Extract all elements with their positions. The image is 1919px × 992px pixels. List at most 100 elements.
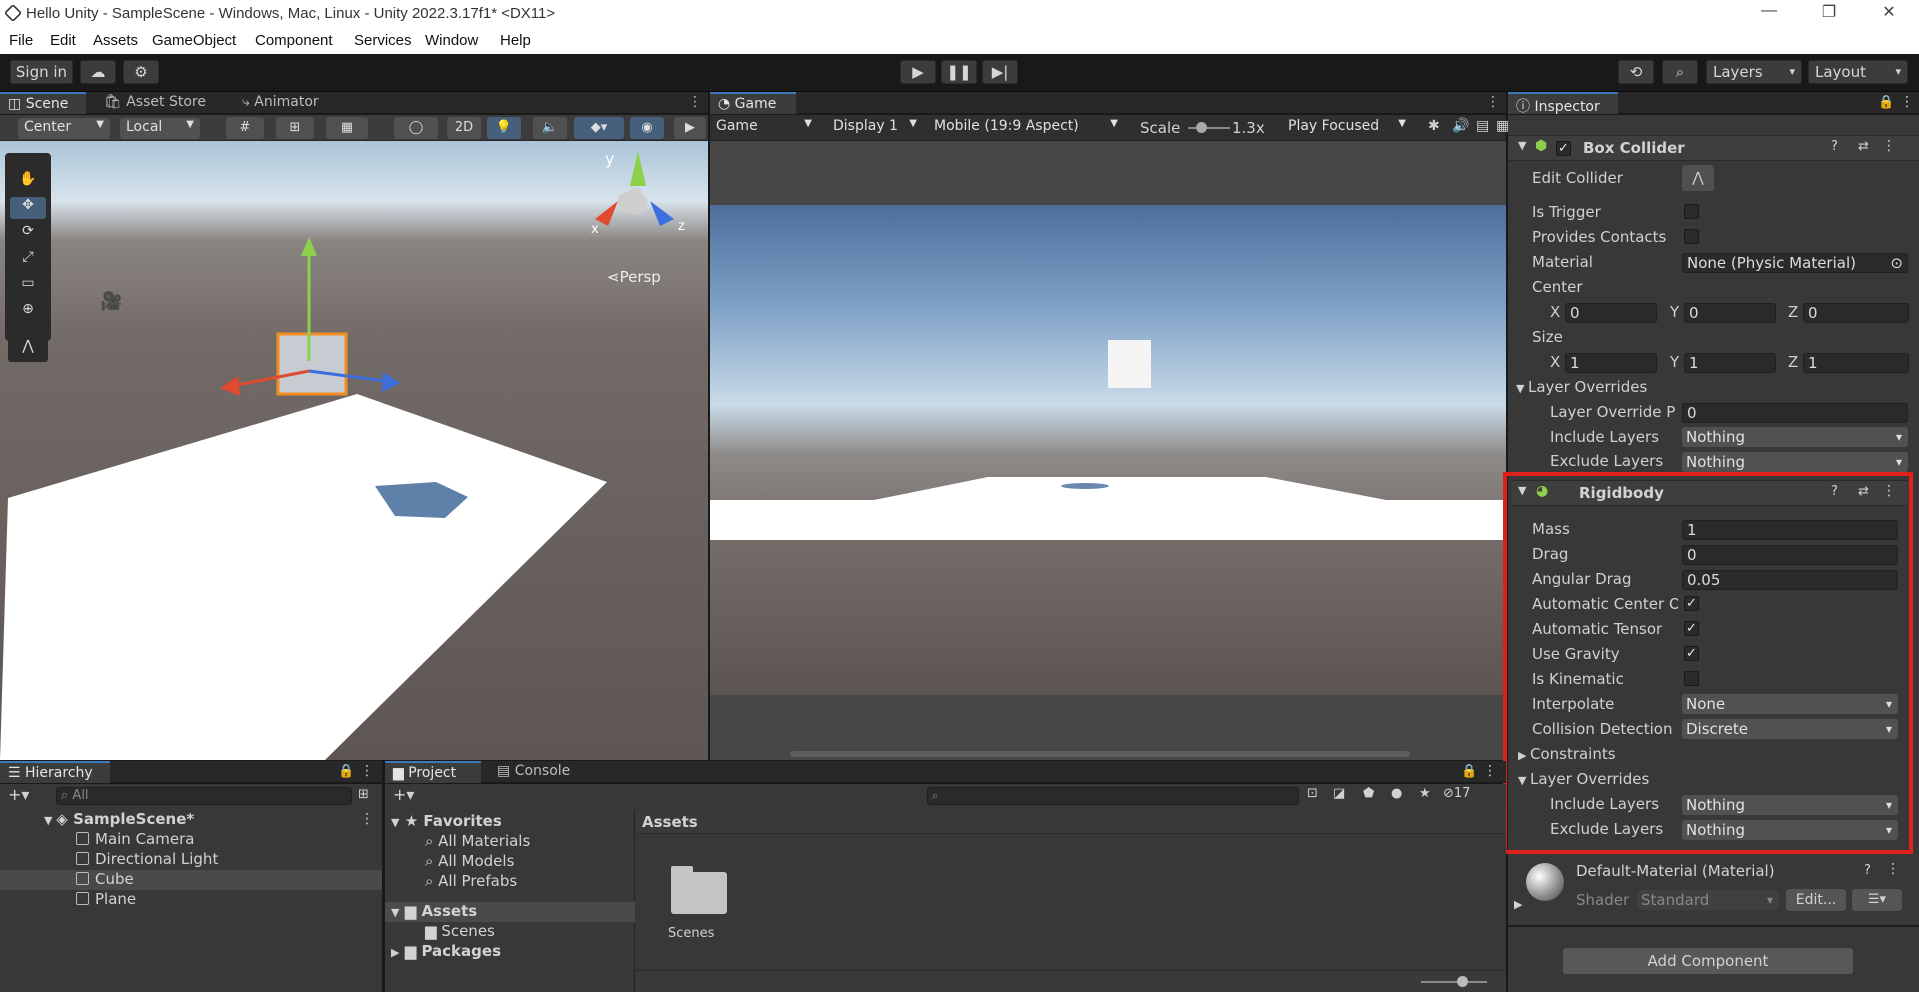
audio-toggle-icon[interactable]: 🔈 <box>533 117 567 139</box>
scene-viewport[interactable]: ✋ ✥ ⟳ ⤢ ▭ ⊕ ⋀ 🎥 y x z ⋖Persp <box>0 141 708 760</box>
mass-field[interactable]: 1 <box>1682 520 1898 540</box>
add-component-button[interactable]: Add Component <box>1563 948 1853 974</box>
favorite-all-materials[interactable]: ⌕ All Materials <box>425 832 530 850</box>
game-more-icon[interactable]: ⋮ <box>1478 92 1508 114</box>
rb-layer-overrides-foldout[interactable]: ▼ Layer Overrides <box>1518 770 1649 788</box>
cloud-icon[interactable]: ☁ <box>80 60 116 84</box>
center-z-field[interactable]: 0 <box>1803 303 1909 323</box>
breadcrumb[interactable]: Assets <box>642 813 698 831</box>
icon-size-thumb[interactable] <box>1457 976 1468 987</box>
assets-folder-item[interactable]: ▼ ▆ Assets <box>391 902 477 920</box>
material-field[interactable]: None (Physic Material) ⊙ <box>1682 253 1908 273</box>
play-mode-dropdown[interactable]: Play Focused ▼ <box>1282 117 1412 138</box>
hierarchy-search-input[interactable]: ⌕ All <box>56 787 352 805</box>
project-create-icon[interactable]: +▾ <box>393 785 414 804</box>
material-help-icon[interactable]: ? <box>1864 863 1871 878</box>
tab-scene[interactable]: ◫ Scene <box>0 92 86 114</box>
material-menu-icon[interactable]: ⋮ <box>1886 861 1900 877</box>
tab-hierarchy[interactable]: ☰ Hierarchy <box>0 761 110 783</box>
project-more-icon[interactable]: ⋮ <box>1483 763 1497 779</box>
icon-size-slider[interactable] <box>1421 976 1487 987</box>
scale-slider-thumb[interactable] <box>1196 122 1207 133</box>
display-dropdown[interactable]: Display 1 ▼ <box>827 117 923 138</box>
menu-edit[interactable]: Edit <box>50 32 76 49</box>
search-icon[interactable]: ⌕ <box>1662 60 1698 84</box>
game-view-dropdown[interactable]: Game ▼ <box>710 117 818 138</box>
hand-tool-icon[interactable]: ✋ <box>10 171 46 193</box>
issues-icon[interactable]: ● <box>1391 786 1402 801</box>
2d-toggle[interactable]: 2D <box>447 117 481 139</box>
layer-override-priority-field[interactable]: 0 <box>1682 403 1908 423</box>
scene-root-menu-icon[interactable]: ⋮ <box>360 811 374 827</box>
hierarchy-item-directional-light[interactable]: Directional Light <box>76 850 218 868</box>
bc-include-layers-dropdown[interactable]: Nothing <box>1682 427 1908 447</box>
collision-detection-dropdown[interactable]: Discrete <box>1682 719 1898 739</box>
tab-asset-store[interactable]: 🛍 Asset Store <box>96 92 214 114</box>
tab-game[interactable]: ◔ Game <box>710 92 796 114</box>
center-x-field[interactable]: 0 <box>1565 303 1657 323</box>
project-search-input[interactable]: ⌕ <box>927 787 1299 805</box>
project-lock-icon[interactable]: 🔒 <box>1461 764 1477 779</box>
component-menu-icon[interactable]: ⋮ <box>1882 138 1896 154</box>
stats-bug-icon[interactable]: ✱ <box>1428 118 1440 134</box>
pause-icon[interactable]: ❚❚ <box>941 60 977 84</box>
lock-icon[interactable]: 🔒 <box>1878 95 1894 110</box>
rigidbody-header[interactable]: ▼ ◕ Rigidbody ? ⇄ ⋮ <box>1512 480 1908 506</box>
is-trigger-checkbox[interactable] <box>1684 204 1699 219</box>
size-z-field[interactable]: 1 <box>1803 353 1909 373</box>
object-picker-icon[interactable]: ⊙ <box>1890 254 1903 272</box>
stats-icon[interactable]: ▤ <box>1476 118 1489 134</box>
bc-exclude-layers-dropdown[interactable]: Nothing <box>1682 452 1908 472</box>
hierarchy-item-plane[interactable]: Plane <box>76 890 136 908</box>
grid-snap-icon[interactable]: # <box>226 117 264 139</box>
favorite-all-models[interactable]: ⌕ All Models <box>425 852 514 870</box>
favorites-foldout[interactable]: ▼ ★ Favorites <box>391 812 502 830</box>
scenes-folder-tile[interactable] <box>667 864 727 920</box>
preset-icon[interactable]: ⇄ <box>1858 139 1869 154</box>
hidden-packages-icon[interactable]: ⊘17 <box>1443 786 1470 801</box>
scene-cube[interactable] <box>276 332 348 396</box>
orientation-gizmo[interactable] <box>618 187 648 215</box>
use-gravity-checkbox[interactable]: ✓ <box>1684 646 1699 661</box>
packages-folder-item[interactable]: ▶ ▆ Packages <box>391 942 501 960</box>
hierarchy-search-mode-icon[interactable]: ⊞ <box>358 787 369 802</box>
filter-type-icon[interactable]: ◪ <box>1333 786 1345 801</box>
game-viewport[interactable] <box>710 141 1506 760</box>
tab-inspector[interactable]: ⓘ Inspector <box>1508 92 1618 115</box>
shader-dropdown[interactable]: Standard <box>1637 890 1779 910</box>
move-tool-icon[interactable]: ✥ <box>10 197 46 219</box>
game-horizontal-scrollbar[interactable] <box>790 751 1410 757</box>
inspector-more-icon[interactable]: ⋮ <box>1900 94 1914 110</box>
camera-settings-icon[interactable]: ▶ <box>674 117 706 139</box>
edit-shader-button[interactable]: Edit... <box>1786 889 1846 911</box>
rotate-tool-icon[interactable]: ⟳ <box>10 223 46 245</box>
rigidbody-help-icon[interactable]: ? <box>1831 484 1838 499</box>
play-icon[interactable]: ▶ <box>900 60 936 84</box>
scale-tool-icon[interactable]: ⤢ <box>10 249 46 271</box>
center-y-field[interactable]: 0 <box>1684 303 1776 323</box>
effects-toggle-icon[interactable]: ◆▾ <box>574 117 624 139</box>
hierarchy-item-cube[interactable]: Cube <box>76 870 134 888</box>
rb-exclude-layers-dropdown[interactable]: Nothing <box>1682 820 1898 840</box>
lighting-toggle-icon[interactable]: 💡 <box>487 117 521 139</box>
collab-icon[interactable]: ⚙ <box>123 60 159 84</box>
space-dropdown[interactable]: Local ▼ <box>120 118 200 139</box>
filter-label-icon[interactable]: ⬟ <box>1363 786 1374 801</box>
size-y-field[interactable]: 1 <box>1684 353 1776 373</box>
camera-gizmo-icon[interactable]: 🎥 <box>100 291 122 312</box>
menu-gameobject[interactable]: GameObject <box>152 32 236 49</box>
bc-layer-overrides-foldout[interactable]: ▼ Layer Overrides <box>1516 378 1647 396</box>
transform-tool-icon[interactable]: ⊕ <box>10 301 46 323</box>
layers-dropdown[interactable]: Layers ▾ <box>1706 60 1802 84</box>
hierarchy-item-main-camera[interactable]: Main Camera <box>76 830 194 848</box>
scene-more-icon[interactable]: ⋮ <box>680 92 710 114</box>
step-icon[interactable]: ▶| <box>982 60 1018 84</box>
hierarchy-lock-icon[interactable]: 🔒 <box>338 764 354 779</box>
angular-drag-field[interactable]: 0.05 <box>1682 570 1898 590</box>
foldout-arrow-icon[interactable]: ▼ <box>1518 139 1526 152</box>
rigidbody-preset-icon[interactable]: ⇄ <box>1858 484 1869 499</box>
size-x-field[interactable]: 1 <box>1565 353 1657 373</box>
auto-center-checkbox[interactable]: ✓ <box>1684 596 1699 611</box>
menu-file[interactable]: File <box>9 32 33 49</box>
interpolate-dropdown[interactable]: None <box>1682 694 1898 714</box>
